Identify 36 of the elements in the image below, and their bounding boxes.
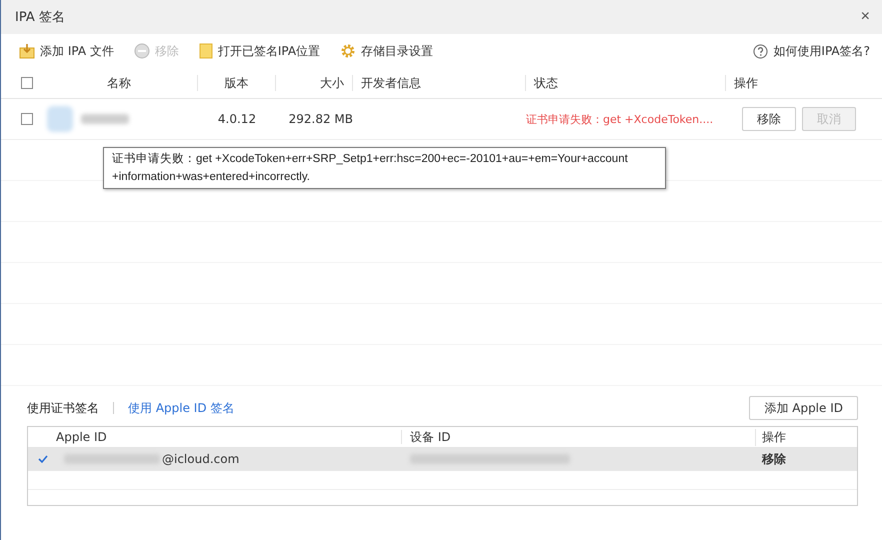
email-domain: @icloud.com xyxy=(162,452,240,466)
column-header: 版本 xyxy=(198,75,276,91)
toolbar-button[interactable]: 存储目录设置 xyxy=(340,42,434,60)
folder-download-icon xyxy=(19,43,35,59)
sign-mode-tab[interactable]: 使用 Apple ID 签名 xyxy=(128,400,234,416)
help-icon xyxy=(753,44,768,58)
column-header: 状态 xyxy=(526,75,726,91)
select-all-checkbox[interactable] xyxy=(21,77,33,89)
help-link[interactable]: 如何使用IPA签名? xyxy=(753,42,870,60)
folder-icon xyxy=(198,43,213,59)
column-header: 操作 xyxy=(761,428,787,446)
toolbar-button[interactable]: 打开已签名IPA位置 xyxy=(198,42,320,60)
blurred-app-icon xyxy=(47,106,73,132)
apple-id-row[interactable]: @icloud.com 移除 xyxy=(28,448,857,471)
tooltip: 证书申请失败：get +XcodeToken+err+SRP_Setp1+err:hsc=200+ec=-20101+au=+em=Your+account +information+was+entered+incorrectly. xyxy=(103,147,666,189)
version-cell-text: 4.0.12 xyxy=(216,112,258,126)
size-cell-text: 292.82 MB xyxy=(288,112,353,126)
remove-link[interactable]: 移除 xyxy=(756,450,857,468)
column-header: 大小 xyxy=(276,75,353,91)
remove-icon xyxy=(134,43,150,59)
row-checkbox[interactable] xyxy=(21,113,33,125)
toolbar-button[interactable]: 添加 IPA 文件 xyxy=(19,42,114,60)
column-header: 操作 xyxy=(733,75,759,91)
sign-mode-tab[interactable]: 使用证书签名 xyxy=(27,400,99,416)
blurred-app-name xyxy=(81,114,129,124)
checkmark-icon xyxy=(38,454,48,464)
settings-icon xyxy=(340,43,356,59)
action-button[interactable]: 移除 xyxy=(742,107,796,131)
window-title: IPA 签名 xyxy=(15,9,65,26)
add-apple-id-button[interactable]: 添加 Apple ID xyxy=(749,396,858,420)
column-header: 开发者信息 xyxy=(353,75,526,91)
column-header: 设备 ID xyxy=(402,428,756,446)
close-button[interactable]: × xyxy=(860,8,870,26)
column-header: Apple ID xyxy=(28,430,402,444)
status-cell-text: 证书申请失败：get +XcodeToken.... xyxy=(526,112,714,126)
column-header: 名称 xyxy=(41,75,198,91)
